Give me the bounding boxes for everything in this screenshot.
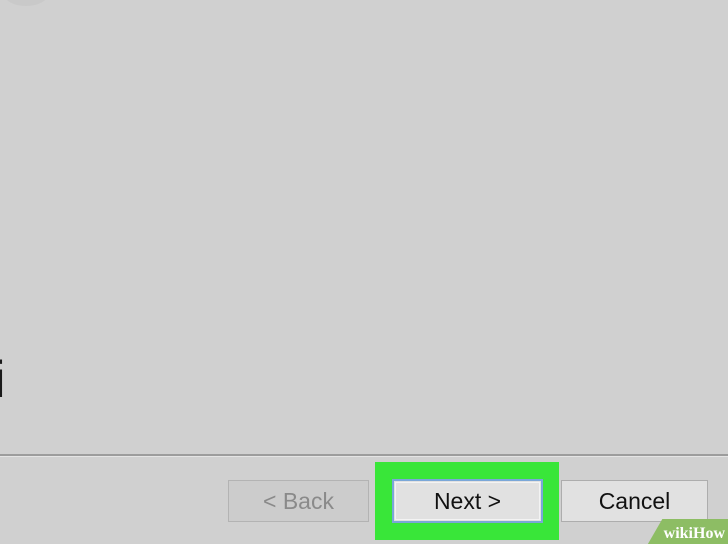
cropped-heading-text: i [0, 350, 6, 410]
back-button[interactable]: < Back [228, 480, 369, 522]
cancel-button[interactable]: Cancel [561, 480, 708, 522]
corner-decoration [4, 0, 48, 6]
installer-window: i < Back Next > Cancel wikiHow [0, 0, 728, 544]
next-button[interactable]: Next > [392, 479, 543, 523]
watermark-text: wikiHow [663, 525, 726, 542]
